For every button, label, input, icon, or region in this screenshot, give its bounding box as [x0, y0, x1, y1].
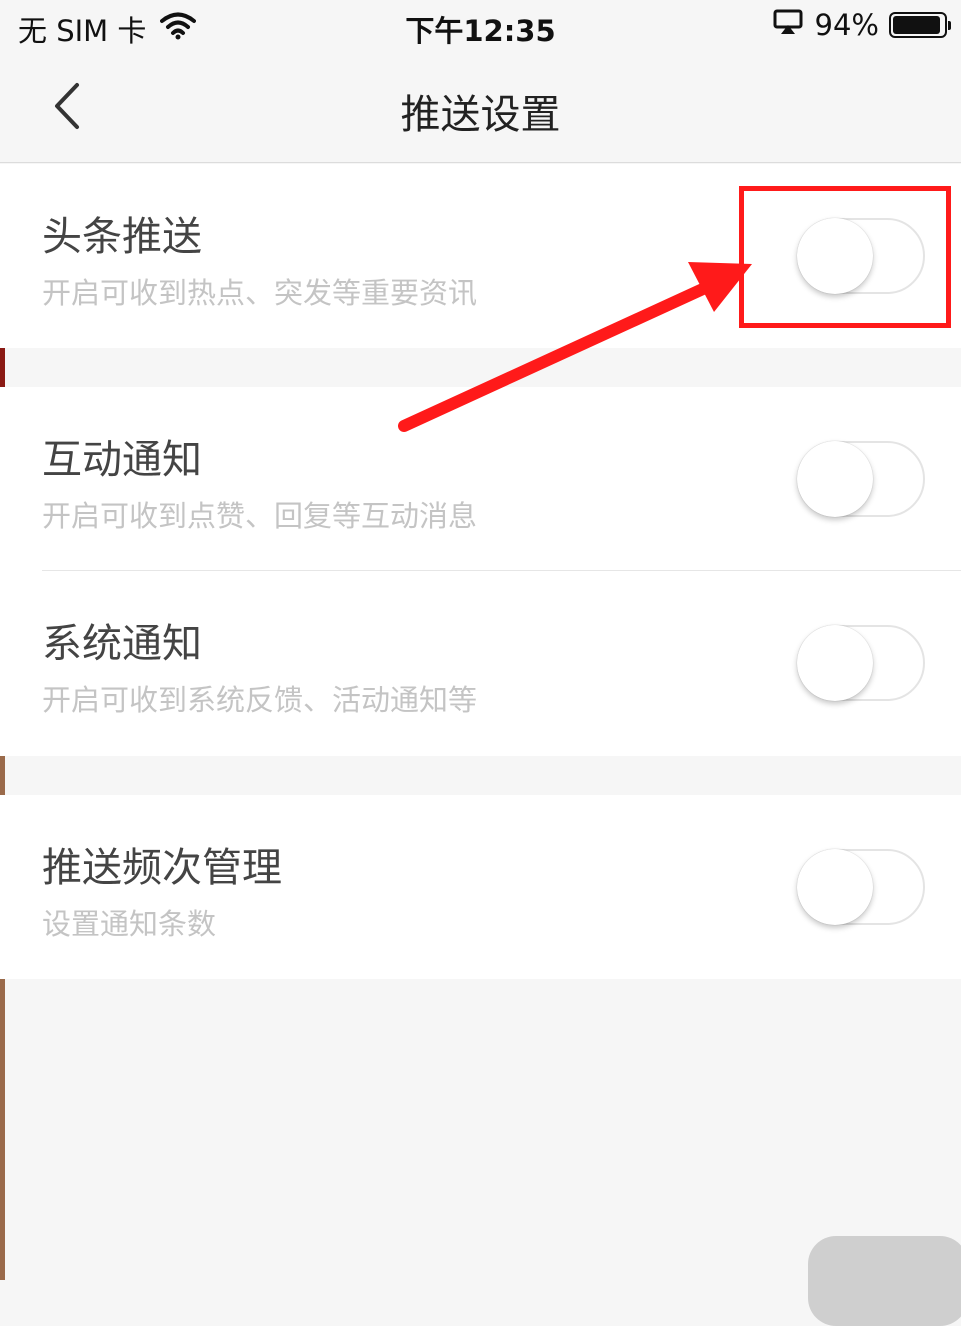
setting-title: 推送频次管理 — [42, 845, 282, 891]
battery-icon — [889, 12, 951, 38]
settings-group-frequency: 推送频次管理 设置通知条数 — [0, 795, 961, 979]
setting-row-system: 系统通知 开启可收到系统反馈、活动通知等 — [0, 571, 961, 755]
settings-group-notifications: 互动通知 开启可收到点赞、回复等互动消息 系统通知 开启可收到系统反馈、活动通知… — [0, 387, 961, 756]
setting-row-interaction: 互动通知 开启可收到点赞、回复等互动消息 — [0, 387, 961, 571]
toggle-knob — [797, 625, 873, 701]
battery-fill — [893, 16, 940, 34]
setting-title: 互动通知 — [42, 437, 202, 483]
setting-row-frequency: 推送频次管理 设置通知条数 — [0, 795, 961, 979]
setting-subtitle: 开启可收到系统反馈、活动通知等 — [42, 683, 478, 717]
setting-subtitle: 设置通知条数 — [42, 907, 217, 941]
system-notification-toggle[interactable] — [797, 625, 925, 701]
toggle-knob — [797, 441, 873, 517]
setting-title: 系统通知 — [42, 621, 202, 667]
airplay-icon — [773, 8, 803, 42]
setting-subtitle: 开启可收到热点、突发等重要资讯 — [42, 276, 478, 310]
setting-subtitle: 开启可收到点赞、回复等互动消息 — [42, 499, 478, 533]
highlight-box — [739, 186, 951, 328]
navigation-bar: 推送设置 — [0, 54, 961, 163]
floating-assistive-button[interactable] — [808, 1236, 961, 1326]
status-bar: 无 SIM 卡 下午12:35 94% — [0, 0, 961, 54]
toggle-knob — [797, 849, 873, 925]
page-title: 推送设置 — [400, 92, 561, 138]
interaction-notification-toggle[interactable] — [797, 441, 925, 517]
battery-percent: 94% — [814, 8, 879, 42]
setting-title: 头条推送 — [42, 214, 202, 260]
status-bar-right: 94% — [773, 8, 951, 42]
push-frequency-toggle[interactable] — [797, 849, 925, 925]
